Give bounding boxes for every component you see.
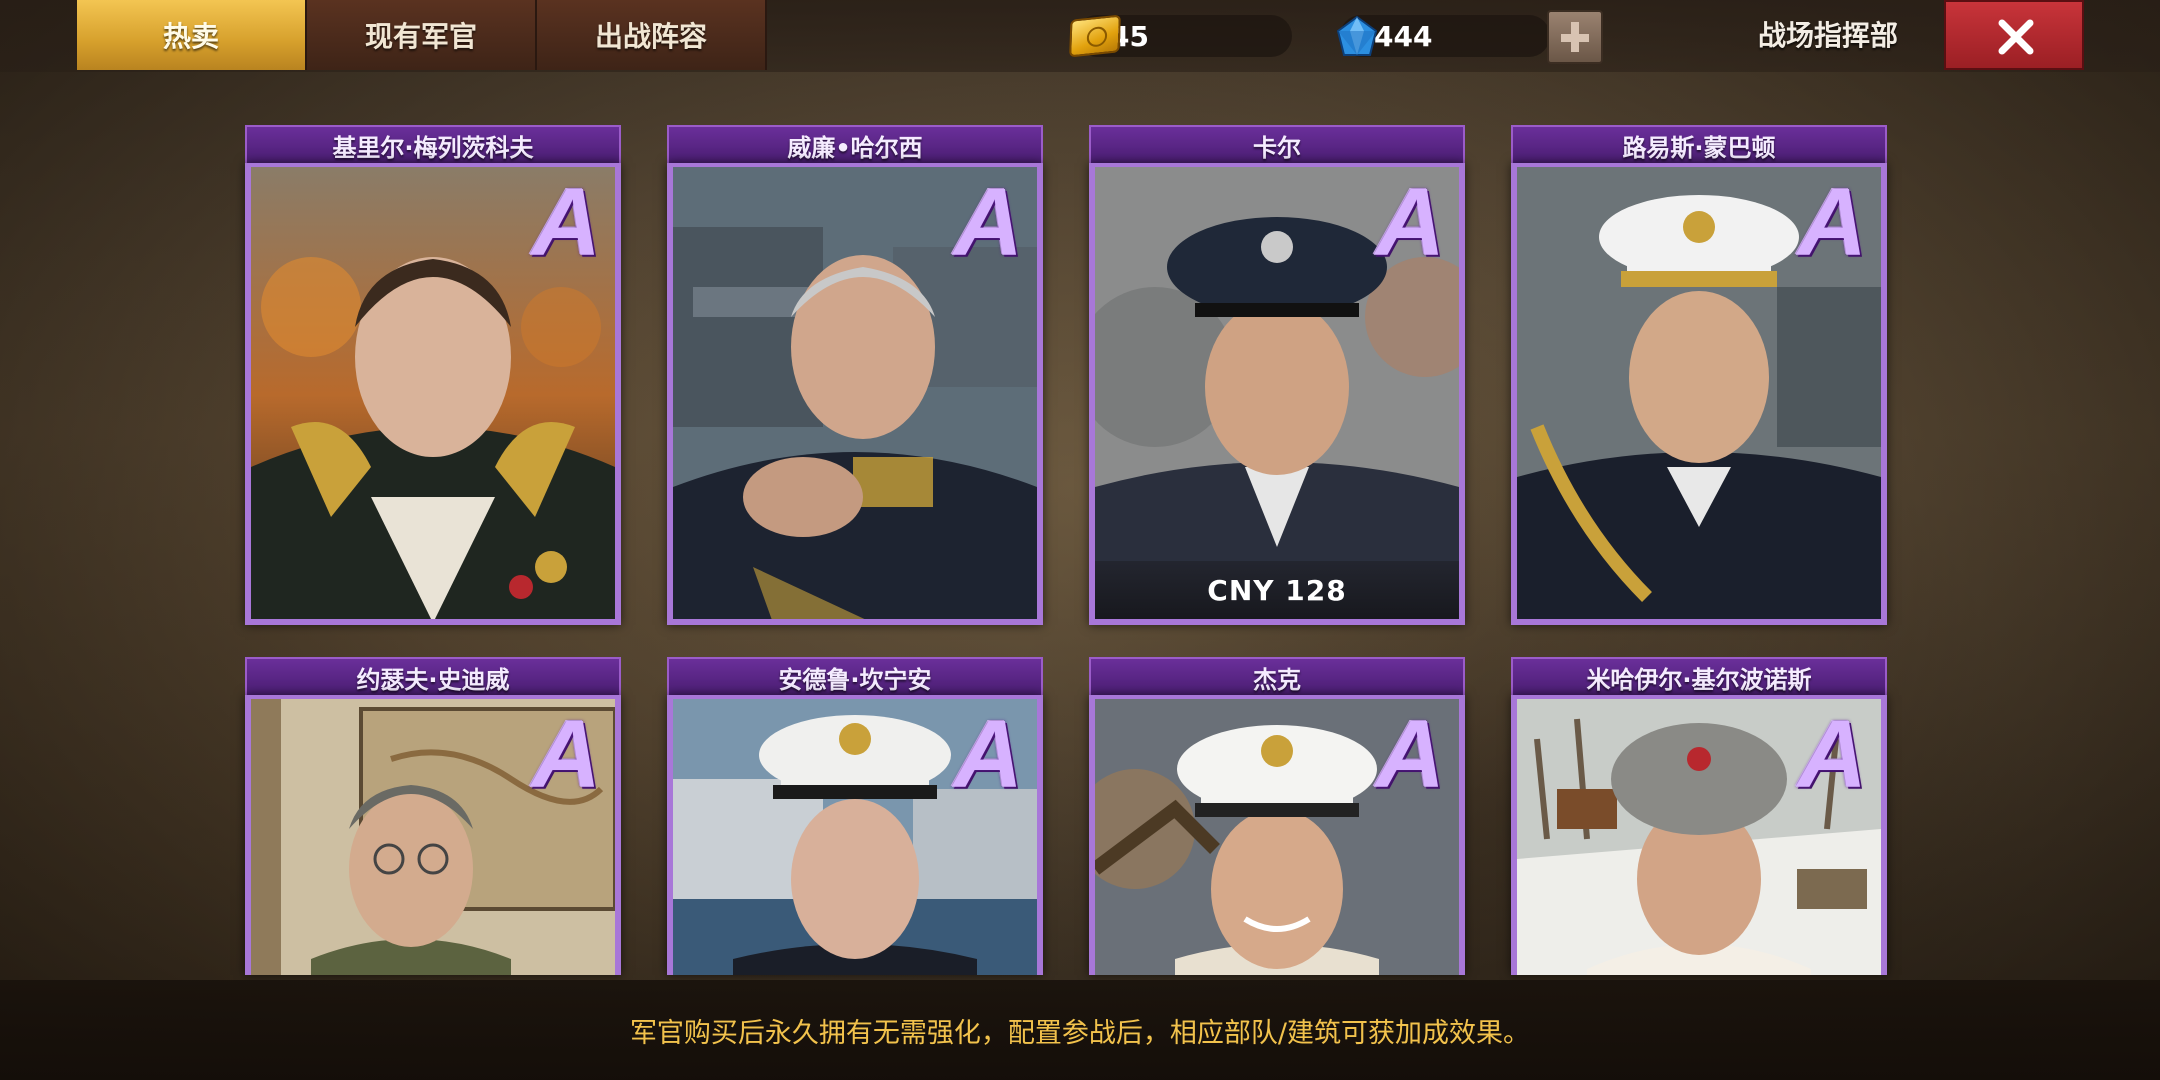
officer-name: 杰克 [1089,657,1465,695]
tab-battle-lineup[interactable]: 出战阵容 [537,0,767,70]
gold-currency: 45 [1069,14,1292,58]
officer-card[interactable]: 基里尔·梅列茨科夫 A [245,125,621,625]
tab-bar: 热卖 现有军官 出战阵容 [77,0,767,70]
officer-card[interactable]: 卡尔 A CNY 128 [1089,125,1465,625]
officer-portrait-frame: A [1511,163,1887,625]
officer-card[interactable]: 米哈伊尔·基尔波诺斯 A [1511,657,1887,975]
tab-owned-officers[interactable]: 现有军官 [307,0,537,70]
officer-name: 路易斯·蒙巴顿 [1511,125,1887,163]
close-button[interactable] [1944,0,2084,70]
officer-card[interactable]: 安德鲁·坎宁安 A [667,657,1043,975]
officer-name: 安德鲁·坎宁安 [667,657,1043,695]
grade-badge: A [531,169,601,276]
officer-name: 基里尔·梅列茨科夫 [245,125,621,163]
tab-hot-sale[interactable]: 热卖 [77,0,307,70]
officer-portrait-frame: A [1511,695,1887,975]
officer-card[interactable]: 约瑟夫·史迪威 A [245,657,621,975]
officer-card[interactable]: 路易斯·蒙巴顿 A [1511,125,1887,625]
footer-hint-text: 军官购买后永久拥有无需强化，配置参战后，相应部队/建筑可获加成效果。 [629,1017,1531,1049]
grade-badge: A [531,701,601,808]
officer-portrait-frame: A [1089,695,1465,975]
officer-portrait-frame: A [245,695,621,975]
top-bar: 热卖 现有军官 出战阵容 45 444 战场指挥部 [0,0,2160,72]
gem-currency: 444 [1336,14,1550,58]
officer-portrait-frame: A CNY 128 [1089,163,1465,625]
officer-name: 约瑟夫·史迪威 [245,657,621,695]
grade-badge: A [1375,701,1445,808]
grade-badge: A [1375,169,1445,276]
officer-portrait-frame: A [245,163,621,625]
officer-card[interactable]: 威廉•哈尔西 A [667,125,1043,625]
gem-amount: 444 [1374,19,1433,53]
price-tag[interactable]: CNY 128 [1095,561,1459,619]
blue-gem-icon [1336,15,1378,56]
officer-name: 米哈伊尔·基尔波诺斯 [1511,657,1887,695]
add-gems-button[interactable] [1547,10,1603,64]
officer-portrait-frame: A [667,695,1043,975]
officer-name: 威廉•哈尔西 [667,125,1043,163]
grade-badge: A [1797,701,1867,808]
officer-name: 卡尔 [1089,125,1465,163]
close-icon [1998,19,2034,55]
grade-badge: A [953,169,1023,276]
gold-bar-icon [1069,14,1121,58]
info-footer: 军官购买后永久拥有无需强化，配置参战后，相应部队/建筑可获加成效果。 [0,980,2160,1080]
grade-badge: A [1797,169,1867,276]
grade-badge: A [953,701,1023,808]
officer-card[interactable]: 杰克 A [1089,657,1465,975]
officer-portrait-frame: A [667,163,1043,625]
battlefield-hq-link[interactable]: 战场指挥部 [1758,14,1898,58]
